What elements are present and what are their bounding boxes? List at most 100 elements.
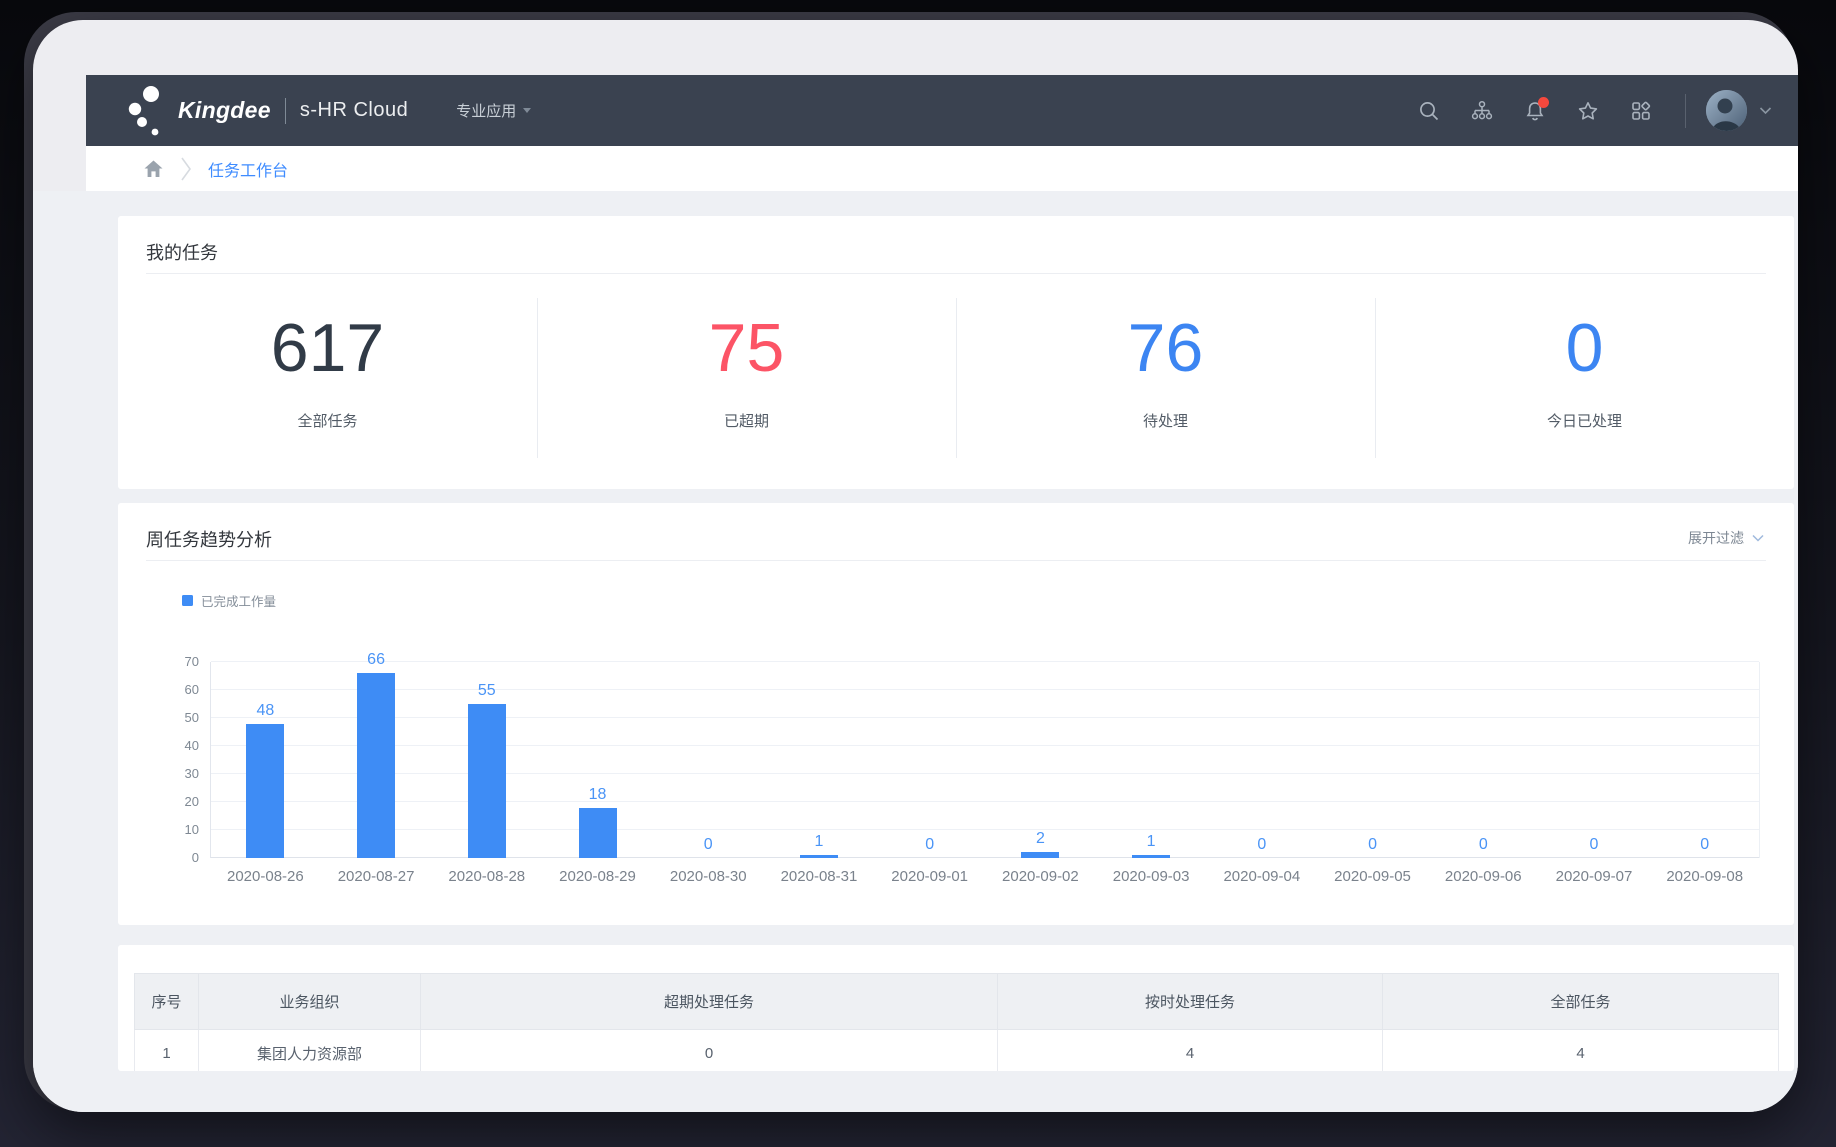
table-header-cell: 超期处理任务 xyxy=(421,974,998,1030)
expand-filter-label: 展开过滤 xyxy=(1688,528,1744,548)
x-axis-tick-label: 2020-09-03 xyxy=(1096,868,1207,885)
bar-column: 18 xyxy=(542,662,653,858)
task-stat: 76 待处理 xyxy=(956,274,1375,490)
task-stats-row: 617 全部任务75已超期76 待处理0今日已处理 xyxy=(118,274,1794,490)
logo-divider xyxy=(285,98,286,124)
filter-chevron-down-icon xyxy=(1752,534,1764,542)
stat-label: 今日已处理 xyxy=(1375,410,1794,431)
bar-value-label: 0 xyxy=(704,836,713,854)
x-axis-tick-label: 2020-09-08 xyxy=(1649,868,1760,885)
org-chart-icon[interactable] xyxy=(1471,100,1493,122)
bar-value-label: 55 xyxy=(478,682,496,700)
stat-value: 75 xyxy=(537,314,956,382)
bar-column: 0 xyxy=(874,662,985,858)
breadcrumb: 任务工作台 xyxy=(86,146,1798,191)
app-grid-icon[interactable] xyxy=(1630,100,1652,122)
x-axis-tick-label: 2020-08-29 xyxy=(542,868,653,885)
x-axis-tick-label: 2020-08-30 xyxy=(653,868,764,885)
bar xyxy=(468,704,506,858)
bar-column: 0 xyxy=(1317,662,1428,858)
y-axis-tick-label: 0 xyxy=(192,850,199,865)
bar-value-label: 0 xyxy=(1479,836,1488,854)
bar xyxy=(800,855,838,858)
expand-filter-toggle[interactable]: 展开过滤 xyxy=(1688,528,1764,548)
table-cell: 4 xyxy=(998,1030,1383,1072)
bar-column: 1 xyxy=(1096,662,1207,858)
bar-value-label: 66 xyxy=(367,651,385,669)
notification-badge xyxy=(1538,97,1549,108)
x-axis-tick-label: 2020-09-07 xyxy=(1539,868,1650,885)
table-header-row: 序号业务组织超期处理任务按时处理任务全部任务 xyxy=(135,974,1779,1030)
bar-value-label: 0 xyxy=(1257,836,1266,854)
product-name: s-HR Cloud xyxy=(300,99,408,122)
bar-column: 0 xyxy=(1428,662,1539,858)
stat-value: 76 xyxy=(956,314,1375,382)
search-icon[interactable] xyxy=(1418,100,1440,122)
chart-bars: 486655180102100000 xyxy=(210,662,1760,858)
task-stat: 0今日已处理 xyxy=(1375,274,1794,490)
app-menu-dropdown[interactable]: 专业应用 xyxy=(456,100,531,121)
avatar-chevron-down-icon[interactable] xyxy=(1759,102,1772,120)
bar-value-label: 2 xyxy=(1036,830,1045,848)
bar-column: 0 xyxy=(1206,662,1317,858)
chart-x-axis-labels: 2020-08-262020-08-272020-08-282020-08-29… xyxy=(210,868,1760,885)
table-cell: 0 xyxy=(421,1030,998,1072)
table-cell: 集团人力资源部 xyxy=(199,1030,421,1072)
x-axis-tick-label: 2020-09-01 xyxy=(874,868,985,885)
bar xyxy=(579,808,617,858)
x-axis-tick-label: 2020-09-02 xyxy=(985,868,1096,885)
x-axis-tick-label: 2020-09-06 xyxy=(1428,868,1539,885)
task-stat: 75已超期 xyxy=(537,274,956,490)
my-tasks-title: 我的任务 xyxy=(146,239,218,265)
x-axis-tick-label: 2020-08-31 xyxy=(764,868,875,885)
legend-label: 已完成工作量 xyxy=(201,591,276,610)
favorite-star-icon[interactable] xyxy=(1577,100,1599,122)
table-cell: 4 xyxy=(1383,1030,1779,1072)
x-axis-tick-label: 2020-08-28 xyxy=(431,868,542,885)
app-frame: Kingdee s-HR Cloud 专业应用 xyxy=(33,20,1798,1112)
breadcrumb-current-page[interactable]: 任务工作台 xyxy=(208,157,288,181)
y-axis-tick-label: 20 xyxy=(185,794,199,809)
x-axis-tick-label: 2020-09-04 xyxy=(1206,868,1317,885)
bar-column: 0 xyxy=(1539,662,1650,858)
bar-value-label: 0 xyxy=(1368,836,1377,854)
brand-name: Kingdee xyxy=(178,97,271,124)
stat-label: 待处理 xyxy=(956,410,1375,431)
table-header-cell: 全部任务 xyxy=(1383,974,1779,1030)
bar-column: 0 xyxy=(653,662,764,858)
bar-chart: 010203040506070 486655180102100000 xyxy=(210,662,1760,858)
y-axis-tick-label: 40 xyxy=(185,738,199,753)
stat-label: 全部任务 xyxy=(118,410,537,431)
bar-value-label: 1 xyxy=(815,833,824,851)
my-tasks-card: 我的任务 617 全部任务75已超期76 待处理0今日已处理 xyxy=(118,216,1794,489)
bar-value-label: 0 xyxy=(1590,836,1599,854)
y-axis-tick-label: 30 xyxy=(185,766,199,781)
home-icon[interactable] xyxy=(143,159,164,179)
bar xyxy=(357,673,395,858)
bar-column: 1 xyxy=(764,662,875,858)
y-axis-tick-label: 10 xyxy=(185,822,199,837)
bar-column: 48 xyxy=(210,662,321,858)
bar-column: 55 xyxy=(431,662,542,858)
stat-value: 617 xyxy=(118,314,537,382)
navbar-icons xyxy=(1418,100,1652,122)
legend-swatch xyxy=(182,595,193,606)
bar-value-label: 48 xyxy=(256,702,274,720)
bar xyxy=(1021,852,1059,858)
table-header-cell: 序号 xyxy=(135,974,199,1030)
y-axis-tick-label: 70 xyxy=(185,654,199,669)
notification-bell-icon[interactable] xyxy=(1524,100,1546,122)
user-avatar[interactable] xyxy=(1706,90,1747,131)
page-content: 我的任务 617全部任务75已超期76待处理0今日已处理 周任务趋势分析 展开过… xyxy=(33,191,1798,1112)
bar-value-label: 1 xyxy=(1147,833,1156,851)
task-stat: 617 全部任务 xyxy=(118,274,537,490)
y-axis-tick-label: 60 xyxy=(185,682,199,697)
trend-card-title: 周任务趋势分析 xyxy=(146,526,272,552)
trend-analysis-card: 周任务趋势分析 展开过滤 已完成工作量 010203040506070 4866… xyxy=(118,503,1794,925)
bar-column: 66 xyxy=(321,662,432,858)
table-header-cell: 业务组织 xyxy=(199,974,421,1030)
bar-column: 2 xyxy=(985,662,1096,858)
org-task-table: 序号业务组织超期处理任务按时处理任务全部任务 1集团人力资源部044 xyxy=(134,973,1779,1071)
y-axis-tick-label: 50 xyxy=(185,710,199,725)
bar xyxy=(1132,855,1170,858)
